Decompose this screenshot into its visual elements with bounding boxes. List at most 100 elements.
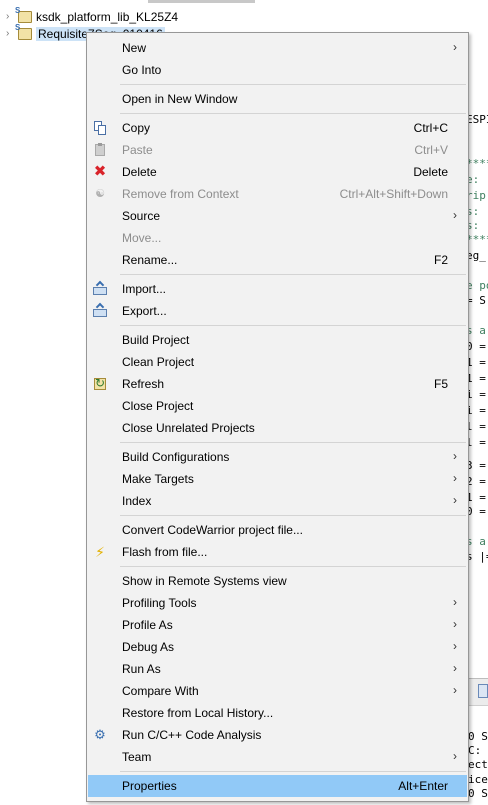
menu-item-label: Build Project <box>122 333 190 347</box>
menu-item-delete[interactable]: ✖ Delete Delete <box>88 161 467 183</box>
menu-item-clean-project[interactable]: Clean Project <box>88 351 467 373</box>
menu-item-label: New <box>122 41 147 55</box>
import-icon <box>92 281 108 297</box>
menu-item-export[interactable]: Export... <box>88 300 467 322</box>
menu-separator <box>120 442 466 443</box>
menu-item-label: Refresh <box>122 377 165 391</box>
menu-item-label: Open in New Window <box>122 92 238 106</box>
menu-item-rename[interactable]: Rename... F2 <box>88 249 467 271</box>
menu-item-show-in-remote-systems[interactable]: Show in Remote Systems view <box>88 570 467 592</box>
paste-icon <box>92 142 108 158</box>
copy-icon <box>92 120 108 136</box>
menu-item-label: Source <box>122 209 161 223</box>
submenu-arrow-icon: › <box>453 208 457 222</box>
menu-item-shortcut: F2 <box>433 253 448 267</box>
code-line: ESPI <box>466 113 488 126</box>
project-folder-icon <box>15 23 32 40</box>
menu-item-run-as[interactable]: Run As › <box>88 658 467 680</box>
submenu-arrow-icon: › <box>453 449 457 463</box>
menu-item-build-configurations[interactable]: Build Configurations › <box>88 446 467 468</box>
menu-item-compare-with[interactable]: Compare With › <box>88 680 467 702</box>
submenu-arrow-icon: › <box>453 639 457 653</box>
tree-item-ksdk-platform-lib[interactable]: › ksdk_platform_lib_KL25Z4 <box>6 6 179 25</box>
menu-separator <box>120 84 466 85</box>
code-line: **** <box>466 233 488 246</box>
menu-item-restore-local-history[interactable]: Restore from Local History... <box>88 702 467 724</box>
menu-item-run-code-analysis[interactable]: ⚙ Run C/C++ Code Analysis <box>88 724 467 746</box>
submenu-arrow-icon: › <box>453 661 457 675</box>
tree-item-label: ksdk_platform_lib_KL25Z4 <box>36 9 179 24</box>
menu-item-label: Paste <box>122 143 153 157</box>
menu-item-label: Copy <box>122 121 151 135</box>
menu-item-new[interactable]: New › <box>88 37 467 59</box>
console-line: ice <box>468 773 488 786</box>
menu-item-label: Make Targets <box>122 472 194 486</box>
menu-item-close-unrelated-projects[interactable]: Close Unrelated Projects <box>88 417 467 439</box>
menu-item-label: Rename... <box>122 253 178 267</box>
menu-item-label: Build Configurations <box>122 450 230 464</box>
menu-item-make-targets[interactable]: Make Targets › <box>88 468 467 490</box>
menu-item-label: Go Into <box>122 63 162 77</box>
submenu-arrow-icon: › <box>453 595 457 609</box>
menu-item-label: Remove from Context <box>122 187 239 201</box>
menu-item-label: Debug As <box>122 640 175 654</box>
menu-item-profile-as[interactable]: Profile As › <box>88 614 467 636</box>
explorer-scroll-edge <box>148 0 255 3</box>
menu-item-shortcut: Delete <box>413 165 448 179</box>
menu-item-label: Team <box>122 750 152 764</box>
submenu-arrow-icon: › <box>453 471 457 485</box>
submenu-arrow-icon: › <box>453 493 457 507</box>
menu-item-label: Run As <box>122 662 161 676</box>
console-line: 0 S <box>468 787 488 800</box>
menu-item-source[interactable]: Source › <box>88 205 467 227</box>
menu-item-shortcut: Ctrl+V <box>414 143 448 157</box>
menu-item-flash-from-file[interactable]: ⚡ Flash from file... <box>88 541 467 563</box>
menu-item-label: Index <box>122 494 152 508</box>
menu-item-team[interactable]: Team › <box>88 746 467 768</box>
menu-item-go-into[interactable]: Go Into <box>88 59 467 81</box>
context-menu: New › Go Into Open in New Window Copy Ct… <box>86 32 469 802</box>
menu-item-label: Export... <box>122 304 167 318</box>
menu-item-label: Flash from file... <box>122 545 208 559</box>
project-folder-icon <box>15 6 32 23</box>
menu-item-profiling-tools[interactable]: Profiling Tools › <box>88 592 467 614</box>
menu-item-label: Restore from Local History... <box>122 706 274 720</box>
menu-item-shortcut: F5 <box>433 377 448 391</box>
menu-item-label: Close Unrelated Projects <box>122 421 255 435</box>
code-analysis-icon: ⚙ <box>94 727 106 742</box>
menu-item-debug-as[interactable]: Debug As › <box>88 636 467 658</box>
menu-item-label: Profile As <box>122 618 173 632</box>
menu-item-copy[interactable]: Copy Ctrl+C <box>88 117 467 139</box>
menu-item-import[interactable]: Import... <box>88 278 467 300</box>
code-line: s |= <box>466 550 488 563</box>
menu-item-label: Move... <box>122 231 162 245</box>
menu-item-index[interactable]: Index › <box>88 490 467 512</box>
menu-item-move[interactable]: Move... <box>88 227 467 249</box>
console-tab-icon[interactable] <box>478 684 488 698</box>
menu-item-remove-from-context[interactable]: ☯ Remove from Context Ctrl+Alt+Shift+Dow… <box>88 183 467 205</box>
menu-item-shortcut: Ctrl+C <box>413 121 448 135</box>
menu-separator <box>120 113 466 114</box>
menu-item-open-in-new-window[interactable]: Open in New Window <box>88 88 467 110</box>
submenu-arrow-icon: › <box>453 749 457 763</box>
menu-item-refresh[interactable]: Refresh F5 <box>88 373 467 395</box>
menu-item-close-project[interactable]: Close Project <box>88 395 467 417</box>
submenu-arrow-icon: › <box>453 40 457 54</box>
console-line: C: <box>468 744 482 757</box>
refresh-icon <box>92 376 108 392</box>
delete-icon: ✖ <box>93 163 107 180</box>
menu-item-paste[interactable]: Paste Ctrl+V <box>88 139 467 161</box>
menu-item-shortcut: Alt+Enter <box>398 779 448 793</box>
export-icon <box>92 303 108 319</box>
menu-item-properties[interactable]: Properties Alt+Enter <box>88 775 467 797</box>
menu-item-convert-codewarrior[interactable]: Convert CodeWarrior project file... <box>88 519 467 541</box>
menu-item-build-project[interactable]: Build Project <box>88 329 467 351</box>
remove-context-icon: ☯ <box>95 188 105 200</box>
menu-separator <box>120 325 466 326</box>
menu-item-label: Properties <box>122 779 177 793</box>
menu-item-label: Clean Project <box>122 355 195 369</box>
code-line: **** <box>466 157 488 170</box>
menu-item-label: Import... <box>122 282 167 296</box>
console-line: ect <box>468 758 488 771</box>
submenu-arrow-icon: › <box>453 617 457 631</box>
